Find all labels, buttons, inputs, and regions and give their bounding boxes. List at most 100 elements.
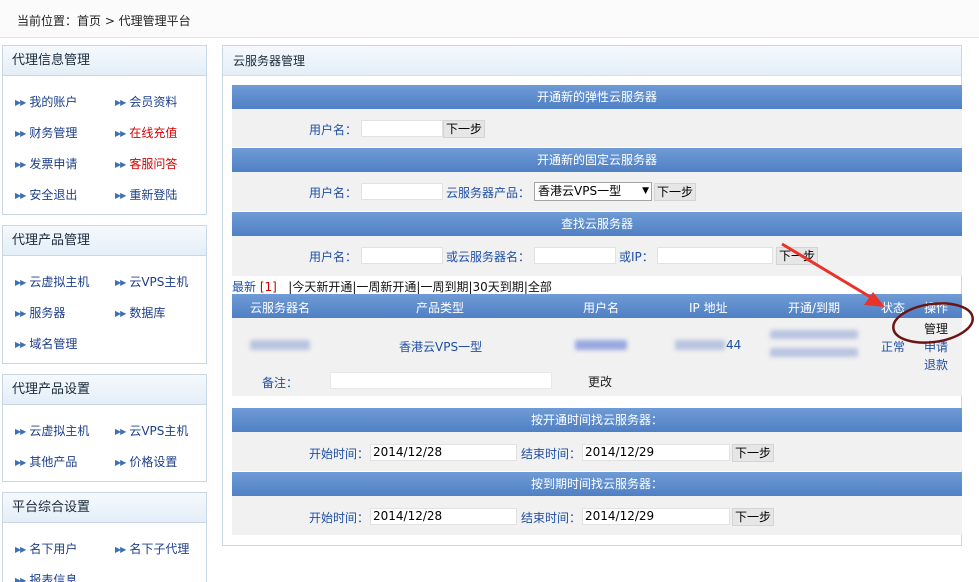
change-button[interactable]: 更改	[588, 373, 612, 390]
sidebar-item-reports[interactable]: ▶▶ 报表信息	[15, 571, 77, 582]
double-arrow-icon: ▶▶	[115, 278, 126, 287]
by-expire-time-header: 按到期时间找云服务器：	[232, 472, 962, 496]
product-type-cell[interactable]: 香港云VPS一型	[399, 338, 482, 355]
open-start-label: 开始时间：	[309, 447, 370, 461]
col-product-type: 产品类型	[416, 301, 465, 315]
expire-start-input[interactable]: 2014/12/28	[370, 508, 517, 525]
sidebar-item-database[interactable]: ▶▶ 数据库	[115, 304, 165, 321]
page-title: 云服务器管理	[223, 46, 961, 76]
col-open-expire: 开通/到期	[788, 301, 841, 315]
fixed-server-header: 开通新的固定云服务器	[232, 148, 962, 172]
sidebar-item-support-qa[interactable]: ▶▶ 客服问答	[115, 155, 177, 172]
sidebar-item-finance[interactable]: ▶▶ 财务管理	[15, 124, 77, 141]
expire-end-label: 结束时间：	[521, 511, 582, 525]
double-arrow-icon: ▶▶	[115, 545, 126, 554]
double-arrow-icon: ▶▶	[15, 98, 26, 107]
double-arrow-icon: ▶▶	[115, 160, 126, 169]
sidebar-section-agent-info: 代理信息管理 ▶▶ 我的账户 ▶▶ 会员资料 ▶▶ 财务管理 ▶▶ 在线充值 ▶▶ 发票申…	[2, 45, 207, 215]
server-name-redacted	[250, 340, 310, 350]
filter-30days[interactable]: 30天到期	[473, 280, 524, 294]
col-ip: IP 地址	[689, 301, 728, 315]
expire-date-redacted	[770, 348, 858, 357]
sidebar-item-sub-users[interactable]: ▶▶ 名下用户	[15, 540, 77, 557]
double-arrow-icon: ▶▶	[15, 309, 26, 318]
double-arrow-icon: ▶▶	[15, 191, 26, 200]
search-server-header: 查找云服务器	[232, 212, 962, 236]
double-arrow-icon: ▶▶	[15, 427, 26, 436]
filter-today[interactable]: 今天新开通	[292, 280, 352, 294]
double-arrow-icon: ▶▶	[15, 340, 26, 349]
sidebar-item-vps-settings[interactable]: ▶▶ 云VPS主机	[115, 422, 188, 439]
expire-end-input[interactable]: 2014/12/29	[582, 508, 730, 525]
sidebar-item-virtual-host-settings[interactable]: ▶▶ 云虚拟主机	[15, 422, 89, 439]
double-arrow-icon: ▶▶	[15, 160, 26, 169]
sidebar-section-platform-settings: 平台综合设置 ▶▶ 名下用户 ▶▶ 名下子代理 ▶▶ 报表信息	[2, 492, 207, 582]
search-next-button[interactable]: 下一步	[776, 247, 819, 265]
double-arrow-icon: ▶▶	[15, 278, 26, 287]
manage-link[interactable]: 管理	[924, 320, 948, 337]
col-server-name: 云服务器名	[250, 301, 311, 315]
elastic-next-button[interactable]: 下一步	[443, 120, 486, 138]
double-arrow-icon: ▶▶	[115, 129, 126, 138]
sidebar-section-title: 平台综合设置	[3, 493, 206, 523]
search-username-input[interactable]	[361, 247, 443, 264]
sidebar-item-price-settings[interactable]: ▶▶ 价格设置	[115, 453, 177, 470]
chevron-down-icon: ▼	[642, 186, 649, 196]
status-badge: 正常	[881, 340, 906, 354]
sidebar-item-my-account[interactable]: ▶▶ 我的账户	[15, 93, 77, 110]
open-date-redacted	[770, 330, 858, 339]
double-arrow-icon: ▶▶	[15, 576, 26, 582]
sidebar-item-cloud-virtual-host[interactable]: ▶▶ 云虚拟主机	[15, 273, 89, 290]
sidebar-item-member-profile[interactable]: ▶▶ 会员资料	[115, 93, 177, 110]
sidebar-item-relogin[interactable]: ▶▶ 重新登陆	[115, 186, 177, 203]
refund-link[interactable]: 退款	[924, 356, 948, 373]
filter-week-expire[interactable]: 一周到期	[420, 280, 468, 294]
fixed-product-select[interactable]: 香港云VPS一型 ▼	[534, 182, 652, 201]
server-table-header: 云服务器名 产品类型 用户名 IP 地址 开通/到期 状态 操作	[232, 294, 962, 318]
filter-count: [1]	[259, 280, 277, 294]
double-arrow-icon: ▶▶	[115, 309, 126, 318]
elastic-username-input[interactable]	[361, 120, 443, 137]
double-arrow-icon: ▶▶	[115, 458, 126, 467]
by-open-time-header: 按开通时间找云服务器：	[232, 408, 962, 432]
table-row: 香港云VPS一型 44 正常 管理 申请 退款 备注： 更改	[232, 318, 962, 396]
open-end-input[interactable]: 2014/12/29	[582, 444, 730, 461]
username-redacted	[575, 340, 627, 350]
sidebar-item-cloud-vps[interactable]: ▶▶ 云VPS主机	[115, 273, 188, 290]
search-ip-input[interactable]	[657, 247, 773, 264]
fixed-next-button[interactable]: 下一步	[654, 183, 697, 201]
search-servername-label: 或云服务器名：	[446, 250, 531, 264]
sidebar-item-sub-agents[interactable]: ▶▶ 名下子代理	[115, 540, 189, 557]
search-servername-input[interactable]	[534, 247, 616, 264]
sidebar-item-server[interactable]: ▶▶ 服务器	[15, 304, 65, 321]
fixed-username-label: 用户名：	[309, 186, 358, 200]
sidebar-section-title: 代理产品管理	[3, 226, 206, 256]
sidebar-item-other-products[interactable]: ▶▶ 其他产品	[15, 453, 77, 470]
top-bar: 当前位置：首页 > 代理管理平台	[0, 0, 979, 38]
filter-all[interactable]: 全部	[528, 280, 552, 294]
breadcrumb: 当前位置：首页 > 代理管理平台	[17, 14, 191, 28]
sidebar-item-online-recharge[interactable]: ▶▶ 在线充值	[115, 124, 177, 141]
double-arrow-icon: ▶▶	[15, 545, 26, 554]
sidebar-item-invoice[interactable]: ▶▶ 发票申请	[15, 155, 77, 172]
note-input[interactable]	[330, 372, 552, 389]
ip-suffix: 44	[726, 338, 742, 352]
open-start-input[interactable]: 2014/12/28	[370, 444, 517, 461]
filter-newest[interactable]: 最新	[232, 280, 256, 294]
open-next-button[interactable]: 下一步	[732, 444, 775, 462]
note-label: 备注：	[262, 376, 299, 390]
apply-link[interactable]: 申请	[924, 338, 948, 355]
ip-redacted	[675, 340, 725, 350]
col-username: 用户名	[583, 301, 620, 315]
sidebar-section-title: 代理产品设置	[3, 375, 206, 405]
sidebar-item-domain[interactable]: ▶▶ 域名管理	[15, 335, 77, 352]
sidebar-item-logout[interactable]: ▶▶ 安全退出	[15, 186, 77, 203]
fixed-username-input[interactable]	[361, 183, 443, 200]
double-arrow-icon: ▶▶	[15, 458, 26, 467]
double-arrow-icon: ▶▶	[115, 427, 126, 436]
sidebar-section-title: 代理信息管理	[3, 46, 206, 76]
expire-next-button[interactable]: 下一步	[732, 508, 775, 526]
filter-week-new[interactable]: 一周新开通	[356, 280, 416, 294]
col-ops: 操作	[924, 301, 949, 315]
open-end-label: 结束时间：	[521, 447, 582, 461]
